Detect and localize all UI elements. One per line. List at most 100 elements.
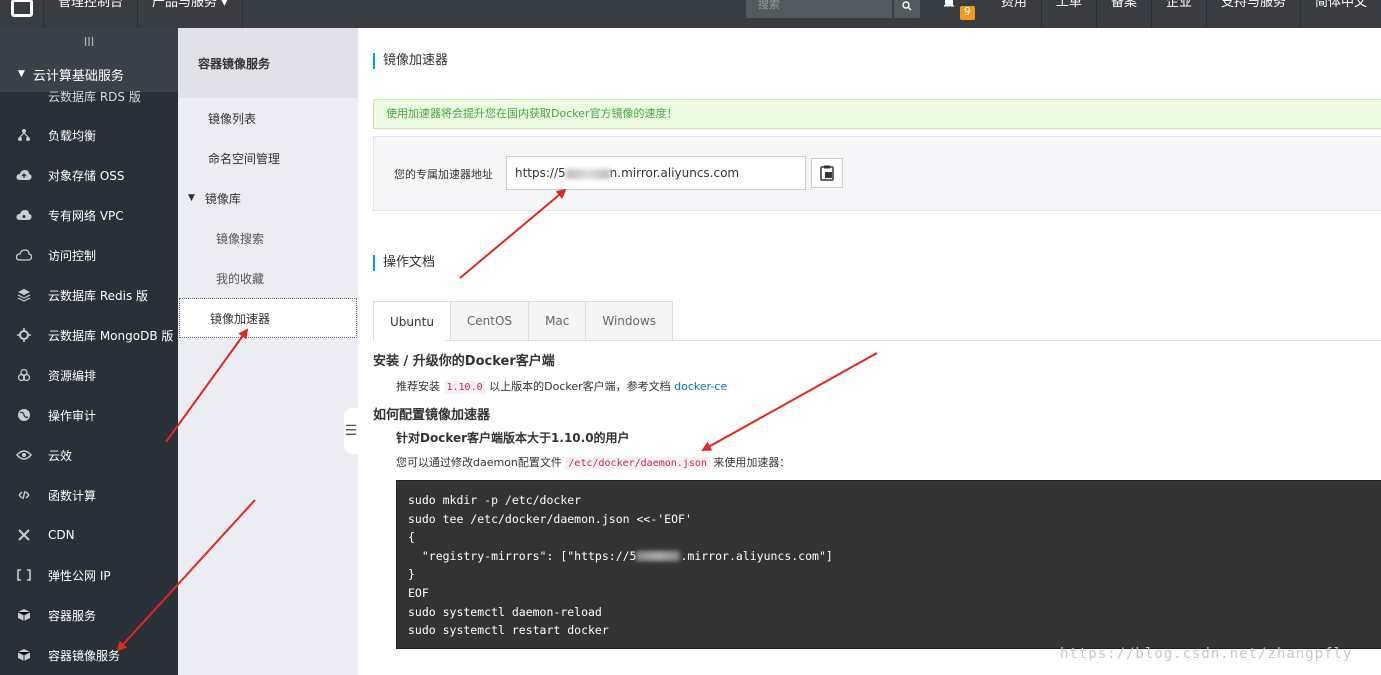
docs-title: 操作文档 xyxy=(373,255,435,271)
service-subnav: 容器镜像服务 镜像列表 命名空间管理 ▼ 镜像库 镜像搜索 我的收藏 镜像加速器 xyxy=(178,28,358,675)
config-file-code: /etc/docker/daemon.json xyxy=(565,457,710,470)
console-label: 管理控制台 xyxy=(58,0,124,10)
globe-icon xyxy=(16,407,32,423)
tab-mac[interactable]: Mac xyxy=(529,301,587,341)
sidebar-toggle[interactable]: III xyxy=(0,28,178,56)
cdn-icon xyxy=(16,527,32,543)
notification-badge: 9 xyxy=(959,6,975,20)
aliyun-logo[interactable] xyxy=(0,0,44,28)
os-tabs: Ubuntu CentOS Mac Windows xyxy=(373,301,673,341)
caret-down-icon: ▼ xyxy=(188,193,195,203)
tab-windows[interactable]: Windows xyxy=(586,301,673,341)
nav-fees[interactable]: 费用 xyxy=(987,0,1042,28)
info-notice: 使用加速器将会提升您在国内获取Docker官方镜像的速度！ xyxy=(373,99,1381,129)
code-line: sudo mkdir -p /etc/docker xyxy=(408,493,582,507)
menu-icon: ☰ xyxy=(344,423,358,439)
install-heading: 安装 / 升级你的Docker客户端 xyxy=(373,354,555,369)
sidebar-item-slb[interactable]: 负载均衡 xyxy=(0,115,178,155)
sidebar-item-fc[interactable]: 函数计算 xyxy=(0,475,178,515)
page-title: 镜像加速器 xyxy=(373,53,448,69)
subnav-item-namespaces[interactable]: 命名空间管理 xyxy=(178,138,358,178)
search-button[interactable] xyxy=(893,0,920,18)
subnav-item-accelerator[interactable]: 镜像加速器 xyxy=(179,298,357,338)
nav-enterprise[interactable]: 企业 xyxy=(1152,0,1207,28)
sidebar-item-vpc[interactable]: 专有网络 VPC xyxy=(0,195,178,235)
copy-button[interactable] xyxy=(811,158,843,188)
code-line: { xyxy=(408,530,415,545)
redacted-text xyxy=(565,168,610,179)
sidebar-item-eip[interactable]: 弹性公网 IP xyxy=(0,555,178,595)
tab-ubuntu[interactable]: Ubuntu xyxy=(373,301,451,341)
products-label: 产品与服务 xyxy=(152,0,218,10)
notification-button[interactable] xyxy=(938,0,960,28)
subnav-group-registry[interactable]: ▼ 镜像库 xyxy=(178,178,358,218)
sidebar-item-actiontrail[interactable]: 操作审计 xyxy=(0,395,178,435)
code-line-mirror: "registry-mirrors": ["https://5 .mirror.a… xyxy=(408,548,833,563)
sidebar-item-redis[interactable]: 云数据库 Redis 版 xyxy=(0,275,178,315)
caret-down-icon: ▼ xyxy=(18,69,25,79)
main-content: 镜像加速器 使用加速器将会提升您在国内获取Docker官方镜像的速度！ 您的专属… xyxy=(358,28,1381,675)
code-line: } xyxy=(408,567,415,582)
sidebar-item-oss[interactable]: 对象存储 OSS xyxy=(0,155,178,195)
layers-icon xyxy=(16,287,32,303)
load-balancer-icon xyxy=(16,127,32,143)
cloud-network-icon xyxy=(16,207,32,223)
cloud-upload-icon xyxy=(16,167,32,183)
subnav-item-image-list[interactable]: 镜像列表 xyxy=(178,98,358,138)
sidebar-item-mongodb[interactable]: 云数据库 MongoDB 版 xyxy=(0,315,178,355)
rings-icon xyxy=(16,367,32,383)
sidebar-item-ram[interactable]: 访问控制 xyxy=(0,235,178,275)
top-navbar: 管理控制台 产品与服务 ▾ 搜索 9 费用 工单 备案 企业 支持与服务 简体中… xyxy=(0,0,1381,28)
sidebar-item-ros[interactable]: 资源编排 xyxy=(0,355,178,395)
console-link[interactable]: 管理控制台 xyxy=(44,0,139,28)
sidebar-section-header[interactable]: ▼ 云计算基础服务 xyxy=(0,56,178,92)
code-line: sudo systemctl restart docker xyxy=(408,623,609,638)
config-heading: 如何配置镜像加速器 xyxy=(373,408,491,423)
tabs-divider xyxy=(445,340,1381,341)
docker-ce-link[interactable]: docker-ce xyxy=(674,380,727,393)
cube-icon xyxy=(16,607,32,623)
clipboard-icon xyxy=(820,165,834,181)
install-paragraph: 推荐安装 1.10.0 以上版本的Docker客户端，参考文档 docker-c… xyxy=(396,380,728,394)
config-paragraph: 您可以通过修改daemon配置文件 /etc/docker/daemon.jso… xyxy=(396,456,791,470)
nav-language[interactable]: 简体中文 xyxy=(1301,0,1381,28)
products-menu[interactable]: 产品与服务 ▾ xyxy=(138,0,243,28)
sidebar-item-yunxiao[interactable]: 云效 xyxy=(0,435,178,475)
nav-tickets[interactable]: 工单 xyxy=(1042,0,1097,28)
code-line: sudo systemctl daemon-reload xyxy=(408,604,602,619)
gear-icon xyxy=(16,327,32,343)
search-input[interactable]: 搜索 xyxy=(745,0,892,18)
function-icon xyxy=(16,487,32,503)
version-code: 1.10.0 xyxy=(443,381,486,394)
accelerator-label: 您的专属加速器地址 xyxy=(394,168,493,181)
cube-icon xyxy=(16,647,32,663)
sidebar-item-rds[interactable]: 云数据库 RDS 版 xyxy=(48,88,141,105)
eip-icon xyxy=(16,567,32,583)
sidebar-item-cdn[interactable]: CDN xyxy=(0,515,178,555)
redacted-text xyxy=(636,551,681,562)
target-users-heading: 针对Docker客户端版本大于1.10.0的用户 xyxy=(396,431,630,445)
sidebar-section-label: 云计算基础服务 xyxy=(32,68,124,84)
csdn-watermark: https://blog.csdn.net/zhangpfly xyxy=(1060,646,1353,662)
code-block[interactable]: sudo mkdir -p /etc/docker sudo tee /etc/… xyxy=(396,480,1381,649)
subnav-item-image-search[interactable]: 镜像搜索 xyxy=(178,218,358,258)
eye-icon xyxy=(16,447,32,463)
subnav-collapse-handle[interactable]: ☰ xyxy=(344,408,358,454)
accelerator-url-field[interactable]: https://5 n.mirror.aliyuncs.com xyxy=(506,156,806,190)
search-icon xyxy=(902,1,912,11)
chevron-down-icon: ▾ xyxy=(221,0,228,10)
subnav-item-favorites[interactable]: 我的收藏 xyxy=(178,258,358,298)
tab-centos[interactable]: CentOS xyxy=(450,301,530,341)
nav-icp[interactable]: 备案 xyxy=(1097,0,1152,28)
code-line: sudo tee /etc/docker/daemon.json <<-'EOF… xyxy=(408,511,692,526)
cloud-icon xyxy=(16,247,32,263)
subnav-title: 容器镜像服务 xyxy=(178,28,358,98)
sidebar-items: 负载均衡 对象存储 OSS 专有网络 VPC 访问控制 云数据库 Redis 版… xyxy=(0,115,178,675)
accelerator-panel: 您的专属加速器地址 https://5 n.mirror.aliyuncs.com xyxy=(373,136,1381,211)
sidebar-item-cr[interactable]: 容器镜像服务 xyxy=(0,635,178,675)
main-sidebar: III ▼ 云计算基础服务 云数据库 RDS 版 负载均衡 对象存储 OSS 专… xyxy=(0,28,178,675)
logo-icon xyxy=(10,0,33,17)
sidebar-item-cs[interactable]: 容器服务 xyxy=(0,595,178,635)
nav-support[interactable]: 支持与服务 xyxy=(1207,0,1301,28)
code-line: EOF xyxy=(408,585,429,600)
